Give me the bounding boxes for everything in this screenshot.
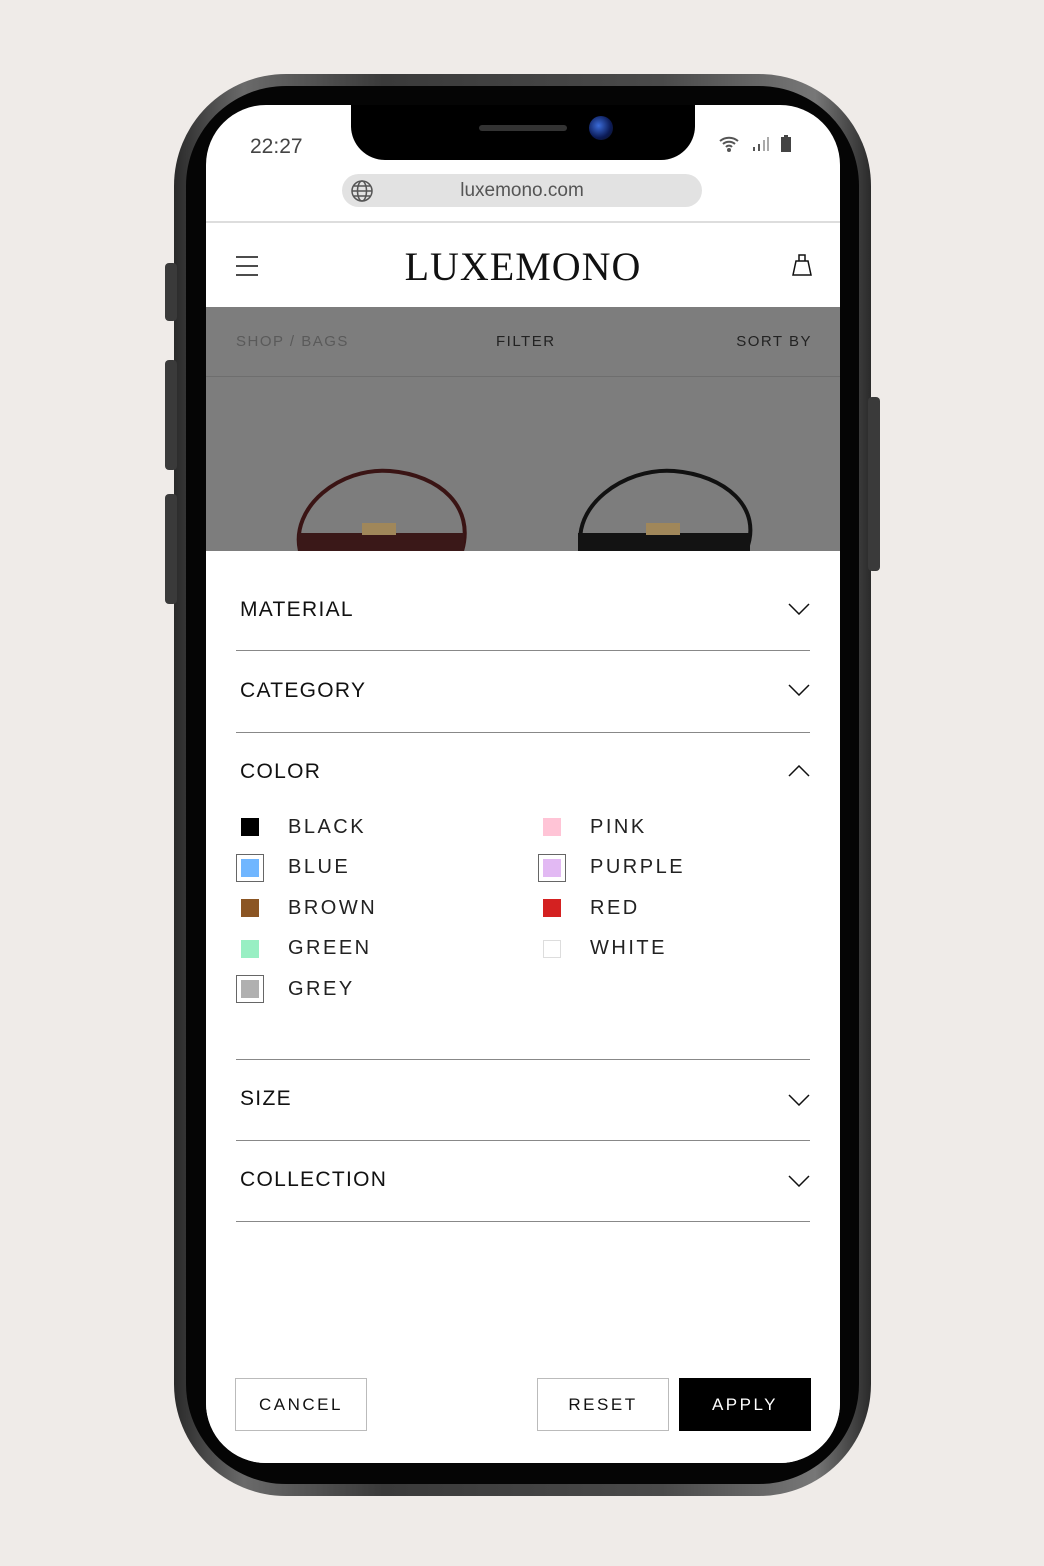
chevron-down-icon — [788, 1094, 810, 1106]
wifi-icon — [719, 136, 739, 152]
filter-section-collection[interactable]: COLLECTION — [236, 1141, 810, 1222]
signal-icon — [753, 137, 769, 151]
url-text: luxemono.com — [460, 180, 584, 201]
sort-by-button[interactable]: SORT BY — [736, 333, 812, 350]
volume-down-button — [165, 494, 177, 604]
color-label: BLACK — [288, 815, 367, 838]
color-label: PURPLE — [590, 856, 686, 878]
product-image-burgundy-bag[interactable] — [290, 467, 472, 551]
camera — [589, 116, 613, 140]
color-label: WHITE — [590, 937, 667, 959]
color-checkbox[interactable] — [236, 853, 264, 882]
address-bar[interactable]: luxemono.com — [342, 174, 702, 207]
color-checkbox[interactable] — [538, 853, 566, 882]
color-swatch — [241, 899, 259, 917]
section-title: COLLECTION — [240, 1168, 388, 1191]
filter-section-color: COLOR BLACK BLUE BROWN GREEN GREY PINK PURPLE R… — [236, 733, 810, 1060]
cancel-button[interactable]: CANCEL — [235, 1378, 367, 1431]
color-checkbox[interactable] — [538, 813, 566, 841]
color-swatch — [241, 939, 259, 958]
color-option-pink[interactable]: PINK — [538, 813, 647, 841]
color-checkbox[interactable] — [236, 894, 264, 922]
status-icons — [718, 135, 792, 153]
power-button — [868, 397, 880, 571]
battery-icon — [781, 135, 791, 152]
filter-section-category[interactable]: CATEGORY — [236, 651, 810, 733]
color-checkbox[interactable] — [538, 894, 566, 922]
color-swatch — [543, 858, 561, 877]
color-checkbox[interactable] — [236, 813, 264, 841]
notch — [351, 105, 695, 160]
filter-section-material[interactable]: MATERIAL — [236, 551, 810, 651]
apply-button[interactable]: APPLY — [679, 1378, 811, 1431]
color-label: BLUE — [288, 856, 351, 878]
chevron-up-icon[interactable] — [788, 765, 810, 777]
color-swatch — [241, 980, 259, 998]
color-swatch — [241, 818, 259, 836]
status-time: 22:27 — [250, 135, 303, 158]
color-checkbox[interactable] — [538, 935, 566, 963]
section-title: SIZE — [240, 1087, 292, 1110]
color-swatch — [543, 939, 561, 958]
section-title: CATEGORY — [240, 679, 367, 702]
color-option-black[interactable]: BLACK — [236, 813, 366, 841]
filter-button[interactable]: FILTER — [496, 333, 556, 350]
color-option-green[interactable]: GREEN — [236, 935, 372, 963]
chevron-down-icon — [788, 1175, 810, 1187]
brand-logo[interactable]: LUXEMONO — [206, 243, 840, 290]
shop-toolbar: SHOP / BAGS FILTER SORT BY — [206, 307, 840, 377]
dimmed-product-area: SHOP / BAGS FILTER SORT BY — [206, 307, 840, 551]
color-swatch — [543, 818, 561, 836]
color-option-white[interactable]: WHITE — [538, 935, 667, 963]
section-title: MATERIAL — [240, 598, 354, 621]
color-option-grey[interactable]: GREY — [236, 975, 355, 1003]
shopping-bag-icon[interactable] — [792, 253, 812, 277]
site-header: LUXEMONO — [206, 221, 840, 307]
color-swatch — [543, 899, 561, 917]
chevron-down-icon — [788, 684, 810, 696]
color-checkbox[interactable] — [236, 975, 264, 1003]
product-image-black-bag[interactable] — [574, 467, 758, 551]
color-label: BROWN — [288, 896, 378, 919]
color-option-purple[interactable]: PURPLE — [538, 853, 686, 882]
chevron-down-icon — [788, 603, 810, 615]
speaker — [479, 125, 567, 131]
color-option-brown[interactable]: BROWN — [236, 894, 377, 922]
color-option-blue[interactable]: BLUE — [236, 853, 351, 882]
breadcrumb[interactable]: SHOP / BAGS — [236, 333, 349, 350]
color-swatch — [241, 858, 259, 877]
mute-switch — [165, 263, 177, 321]
color-label: GREY — [288, 977, 355, 1000]
color-label: RED — [590, 896, 640, 919]
color-label: PINK — [590, 815, 647, 838]
section-title[interactable]: COLOR — [240, 760, 321, 784]
filter-section-size[interactable]: SIZE — [236, 1060, 810, 1141]
color-label: GREEN — [288, 937, 372, 959]
filter-panel: MATERIAL CATEGORY COLOR BLACK BLUE BROWN GR… — [206, 551, 840, 1463]
color-checkbox[interactable] — [236, 935, 264, 963]
reset-button[interactable]: RESET — [537, 1378, 669, 1431]
screen: 22:27 luxemono.com LUXEMONO SHOP / BAGS … — [206, 105, 840, 1463]
volume-up-button — [165, 360, 177, 470]
color-option-red[interactable]: RED — [538, 894, 640, 922]
